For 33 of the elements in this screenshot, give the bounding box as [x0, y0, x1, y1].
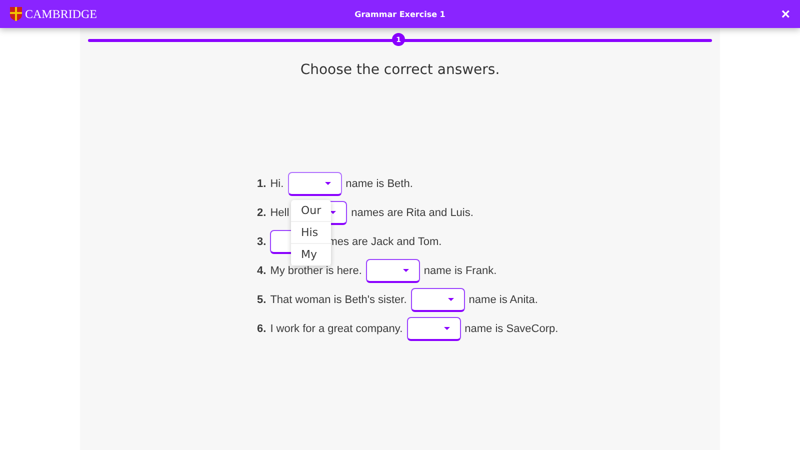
question-text: name is Frank. — [424, 265, 497, 277]
question-text: name is SaveCorp. — [464, 323, 558, 335]
instruction: Choose the correct answers. — [299, 62, 501, 78]
caret-icon — [330, 211, 336, 214]
question-number: 6. — [257, 323, 266, 335]
caret-icon — [324, 182, 331, 185]
answer-dropdown[interactable] — [288, 172, 342, 196]
question-number: 2. — [257, 207, 266, 219]
logo-text: CAMBRIDGE — [25, 6, 98, 22]
caret-icon — [402, 269, 409, 272]
shield-icon — [10, 7, 22, 21]
question-text: names are Rita and Luis. — [351, 207, 474, 219]
question-text: Hi. — [270, 178, 284, 190]
question-text: name is Beth. — [346, 178, 413, 190]
caret-icon — [444, 327, 450, 330]
answer-dropdown[interactable] — [410, 288, 465, 312]
question-text: That woman is Beth's sister. — [270, 294, 407, 306]
question-text: I work for a great company. — [270, 323, 403, 335]
question-text: name is Anita. — [468, 294, 538, 306]
exercise-title: Grammar Exercise 1 — [354, 10, 446, 18]
dropdown-option[interactable]: My — [291, 244, 331, 266]
dropdown-option[interactable]: His — [291, 222, 331, 244]
question-number: 3. — [257, 236, 266, 248]
answer-dropdown[interactable] — [406, 317, 461, 341]
caret-icon — [448, 298, 454, 301]
question-text: Hell — [270, 207, 290, 219]
question-number: 4. — [257, 265, 266, 277]
question-number: 5. — [257, 294, 266, 306]
dropdown-option[interactable]: Our — [291, 200, 331, 222]
answer-dropdown[interactable] — [366, 259, 420, 283]
question-number: 1. — [257, 178, 266, 190]
close-button[interactable]: × — [781, 6, 790, 22]
question-text: My brother is here. — [270, 265, 362, 277]
